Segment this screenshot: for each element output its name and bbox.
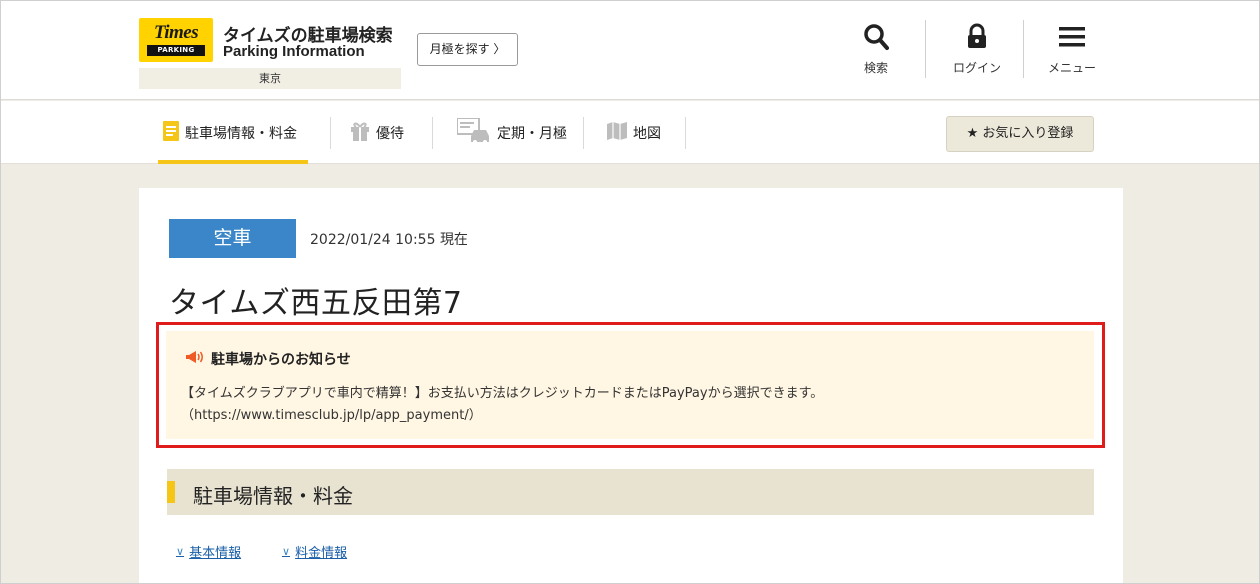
search-icon <box>863 24 889 55</box>
search-button[interactable]: 検索 <box>853 23 899 76</box>
tab-map[interactable]: 地図 <box>607 101 661 164</box>
car-calendar-icon <box>456 116 491 148</box>
tab-label: 駐車場情報・料金 <box>185 125 297 142</box>
divider <box>432 117 433 149</box>
browser-viewport: Times PARKING タイムズの駐車場検索 Parking Informa… <box>0 0 1260 584</box>
logo-text: Times <box>153 22 199 43</box>
document-icon <box>163 120 179 145</box>
tab-parking-info[interactable]: 駐車場情報・料金 <box>163 101 297 164</box>
page-title: タイムズ西五反田第7 <box>169 286 463 321</box>
gift-icon <box>350 121 370 145</box>
highlight-frame <box>156 322 1105 448</box>
tab-label: 定期・月極 <box>497 125 567 142</box>
tab-label: 地図 <box>633 125 661 142</box>
anchor-basic-info[interactable]: ∨ 基本情報 <box>176 542 241 561</box>
divider <box>583 117 584 149</box>
divider <box>925 20 926 78</box>
login-label: ログイン <box>952 61 1001 75</box>
lock-icon <box>966 23 988 55</box>
section-title: 駐車場情報・料金 <box>193 484 353 508</box>
search-label: 検索 <box>863 61 888 75</box>
active-tab-indicator <box>158 160 308 164</box>
star-icon: ★ <box>966 126 979 141</box>
chevron-down-icon: ∨ <box>282 545 291 558</box>
section-accent-bar <box>167 481 175 503</box>
chevron-down-icon: ∨ <box>176 545 185 558</box>
area-label: 東京 <box>139 68 401 89</box>
tab-monthly[interactable]: 定期・月極 <box>456 101 567 164</box>
times-logo[interactable]: Times PARKING <box>139 18 213 62</box>
monthly-search-button[interactable]: 月極を探す 〉 <box>417 33 518 66</box>
status-badge: 空車 <box>169 219 296 258</box>
tab-label: 優待 <box>376 125 404 142</box>
favorite-label: お気に入り登録 <box>982 126 1074 141</box>
add-favorite-button[interactable]: ★ お気に入り登録 <box>946 116 1094 152</box>
anchor-price-info[interactable]: ∨ 料金情報 <box>282 542 347 561</box>
anchor-label: 料金情報 <box>295 546 348 561</box>
menu-button[interactable]: メニュー <box>1043 23 1101 76</box>
status-timestamp: 2022/01/24 10:55 現在 <box>310 232 468 248</box>
menu-icon <box>1058 27 1086 55</box>
menu-label: メニュー <box>1047 61 1096 75</box>
anchor-label: 基本情報 <box>189 546 242 561</box>
divider <box>685 117 686 149</box>
site-header: Times PARKING タイムズの駐車場検索 Parking Informa… <box>1 1 1259 100</box>
map-icon <box>607 121 627 144</box>
divider <box>330 117 331 149</box>
tab-benefits[interactable]: 優待 <box>350 101 404 164</box>
site-subtitle: Parking Information <box>223 43 365 60</box>
login-button[interactable]: ログイン <box>945 23 1009 76</box>
divider <box>1023 20 1024 78</box>
logo-parking-text: PARKING <box>147 45 205 56</box>
